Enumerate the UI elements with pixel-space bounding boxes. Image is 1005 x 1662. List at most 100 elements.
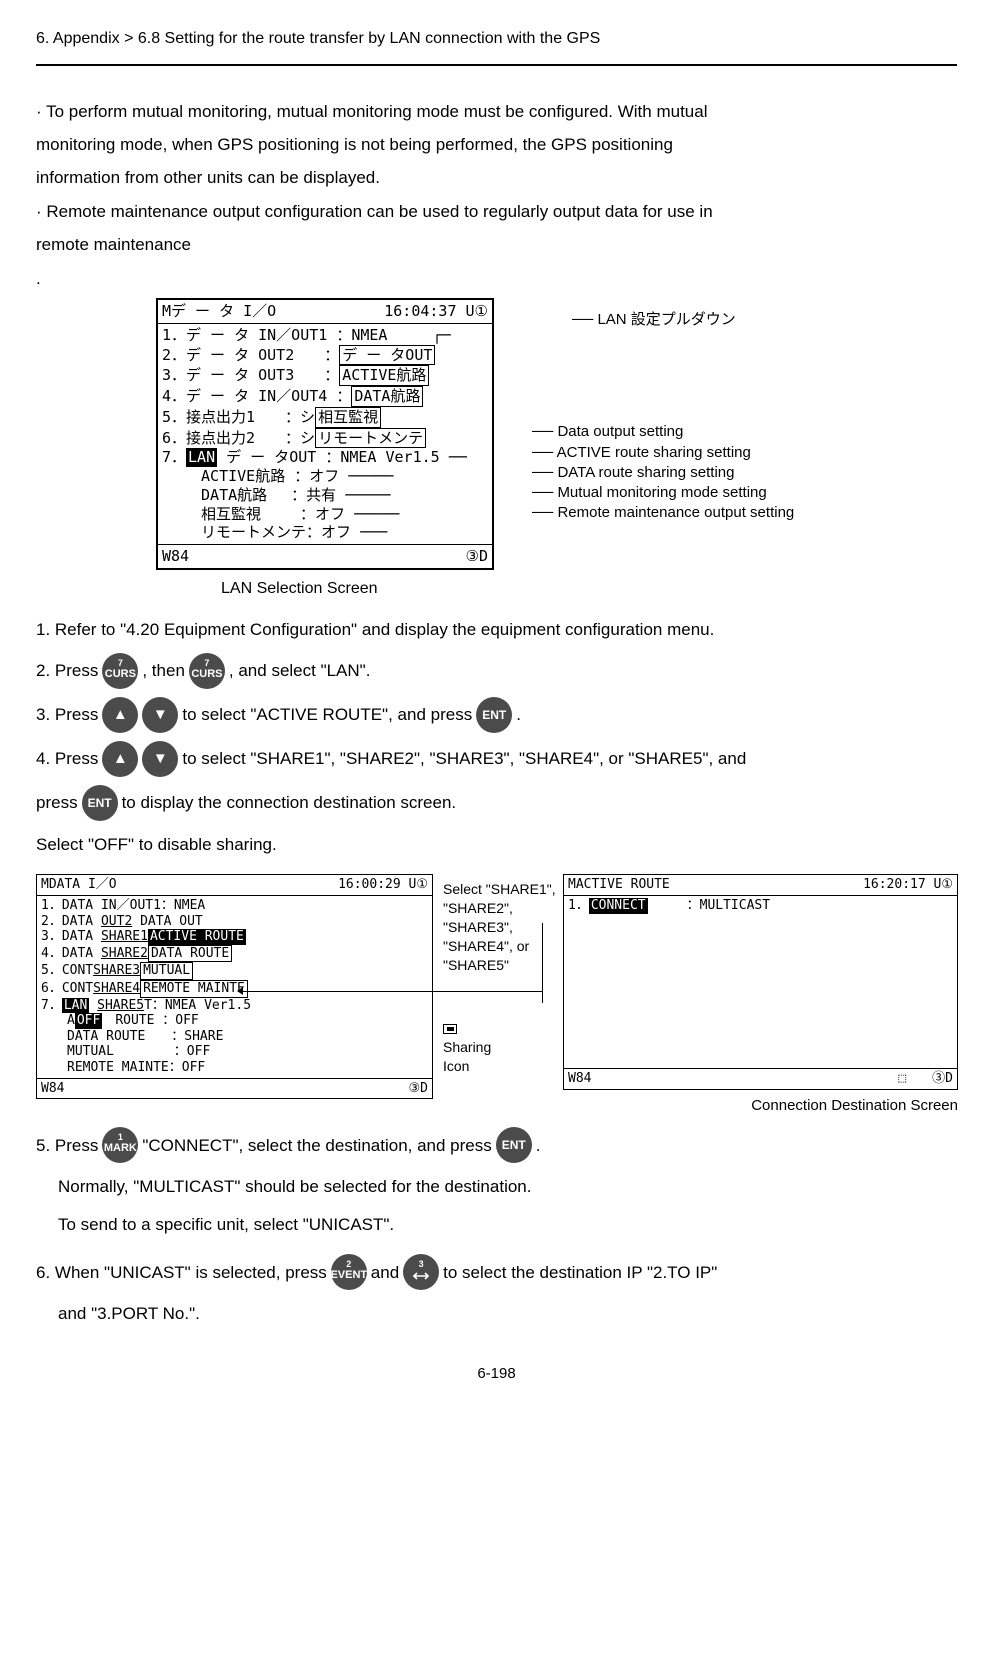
intro-p1a: · To perform mutual monitoring, mutual m…	[36, 96, 957, 127]
s5a: 5. Press	[36, 1130, 98, 1161]
step-2: 2. Press 7CURS , then 7CURS , and select…	[36, 653, 957, 689]
imgb-r1b: CONNECT	[589, 898, 648, 914]
lan-r1: 1．デ ー タ IN／OUT1 ：NMEA	[162, 326, 387, 344]
imga-r9: DATA ROUTE ：SHARE	[41, 1029, 428, 1045]
lan-r5b: 相互監視	[315, 407, 381, 428]
imga-r8a: A	[41, 1013, 75, 1028]
imga-r2a: 2．DATA	[41, 914, 101, 929]
imga-r3b: SHARE1	[101, 929, 148, 944]
s6c: to select the destination IP "2.TO IP"	[443, 1257, 717, 1288]
callout-top: LAN 設定プルダウン	[597, 311, 735, 328]
swap-button-icon: 3	[403, 1254, 439, 1290]
callout-c5: Remote maintenance output setting	[557, 504, 794, 521]
lan-r11: リモートメンテ：オフ	[162, 523, 351, 541]
s5b: "CONNECT", select the destination, and p…	[142, 1130, 491, 1161]
imga-r7c	[89, 998, 97, 1013]
callout-c3: DATA route sharing setting	[557, 464, 734, 481]
side-l7: Icon	[443, 1057, 553, 1076]
event-button-icon: 2EVENT	[331, 1254, 367, 1290]
lan-r4a: 4．デ ー タ IN／OUT4 ：	[162, 387, 351, 405]
lan-r7a: 7．	[162, 448, 186, 466]
imga-foot-left: W84	[41, 1081, 64, 1097]
up-arrow-icon: ▲	[102, 697, 138, 733]
divider	[36, 64, 957, 66]
device-foot-left: W84	[162, 547, 189, 566]
s6a: 6. When "UNICAST" is selected, press	[36, 1257, 327, 1288]
page-number: 6-198	[36, 1360, 957, 1388]
s4c: press	[36, 787, 78, 818]
side-l5: "SHARE5"	[443, 956, 553, 975]
step-3: 3. Press ▲ ▼ to select "ACTIVE ROUTE", a…	[36, 697, 957, 733]
imga-r5b: SHARE3	[93, 963, 140, 978]
imga-r6b: SHARE4	[93, 981, 140, 996]
lan-r7b: LAN	[186, 448, 217, 467]
lan-selection-figure: Mデ ー タ I／O 16:04:37 U① 1．デ ー タ IN／OUT1 ：…	[156, 298, 957, 570]
step-4-line2: press ENT to display the connection dest…	[36, 785, 957, 821]
side-l2: "SHARE2",	[443, 899, 553, 918]
imgb-r1a: 1．	[568, 898, 589, 913]
s2b: , then	[142, 655, 185, 686]
s4a: 4. Press	[36, 743, 98, 774]
ent-button-icon: ENT	[82, 785, 118, 821]
imga-r7d: SHARE5	[97, 998, 144, 1013]
device-foot-right: ③D	[466, 547, 488, 566]
step-1: 1. Refer to "4.20 Equipment Configuratio…	[36, 614, 957, 645]
imga-r1: 1．DATA IN／OUT1：NMEA	[41, 898, 428, 914]
callout-c4: Mutual monitoring mode setting	[557, 484, 766, 501]
intro-p2c: .	[36, 263, 957, 294]
active-route-screen: MACTIVE ROUTE 16:20:17 U① 1．CONNECT ：MUL…	[563, 874, 958, 1089]
s4b: to select "SHARE1", "SHARE2", "SHARE3", …	[182, 743, 746, 774]
imga-r6c: REMOTE MAINTE	[140, 980, 248, 998]
imga-title-left: MDATA I／O	[41, 877, 117, 893]
imga-r6a: 6．CONT	[41, 981, 93, 996]
imgb-foot-right: ⬚ ③D	[898, 1071, 953, 1087]
imga-r5a: 5．CONT	[41, 963, 93, 978]
s6b: and	[371, 1257, 399, 1288]
callout-c2: ACTIVE route sharing setting	[557, 444, 751, 461]
imga-r11: REMOTE MAINTE：OFF	[41, 1060, 428, 1076]
imgb-title-left: MACTIVE ROUTE	[568, 877, 670, 893]
imga-r8b: OFF	[75, 1013, 102, 1029]
curs-button-icon: 7CURS	[102, 653, 138, 689]
step-5-line1: 5. Press 1MARK "CONNECT", select the des…	[36, 1127, 957, 1163]
lan-r6b: リモートメンテ	[315, 428, 426, 449]
s3b: to select "ACTIVE ROUTE", and press	[182, 699, 472, 730]
step-4-line1: 4. Press ▲ ▼ to select "SHARE1", "SHARE2…	[36, 741, 957, 777]
s3a: 3. Press	[36, 699, 98, 730]
imga-r7a: 7．	[41, 998, 62, 1013]
step-6-line1: 6. When "UNICAST" is selected, press 2EV…	[36, 1254, 957, 1290]
side-l3: "SHARE3",	[443, 918, 553, 937]
side-l4: "SHARE4", or	[443, 937, 553, 956]
imga-r7e: T：NMEA Ver1.5	[144, 998, 251, 1013]
s4d: to display the connection destination sc…	[122, 787, 457, 818]
imga-foot-right: ③D	[409, 1081, 428, 1097]
lan-r5a: 5．接点出力1 ：シ	[162, 408, 315, 426]
imga-r2b: OUT2	[101, 914, 132, 929]
s5d: Normally, "MULTICAST" should be selected…	[58, 1171, 957, 1202]
imgb-r1c: ：MULTICAST	[648, 898, 770, 913]
sharing-icon	[443, 1024, 457, 1034]
imga-r8c: ROUTE ：OFF	[102, 1013, 198, 1028]
callouts: ── LAN 設定プルダウン ── Data output setting ──…	[502, 298, 794, 524]
imga-r3a: 3．DATA	[41, 929, 101, 944]
imga-r4b: SHARE2	[101, 946, 148, 961]
down-arrow-icon: ▼	[142, 697, 178, 733]
lan-r2b: デ ー タOUT	[339, 345, 435, 366]
intro-p2b: remote maintenance	[36, 229, 957, 260]
imgb-title-right: 16:20:17 U①	[863, 877, 953, 893]
imga-r5c: MUTUAL	[140, 962, 193, 980]
imga-r4a: 4．DATA	[41, 946, 101, 961]
lan-caption: LAN Selection Screen	[221, 574, 957, 604]
imga-r2c: DATA OUT	[132, 914, 202, 929]
up-arrow-icon: ▲	[102, 741, 138, 777]
s2a: 2. Press	[36, 655, 98, 686]
device-title-right: 16:04:37 U①	[384, 302, 488, 321]
s5c: .	[536, 1130, 541, 1161]
breadcrumb: 6. Appendix > 6.8 Setting for the route …	[36, 24, 957, 54]
imga-r3c: ACTIVE ROUTE	[148, 929, 246, 945]
device-title-left: Mデ ー タ I／O	[162, 302, 276, 321]
lan-r3a: 3．デ ー タ OUT3 ：	[162, 366, 339, 384]
curs-button-icon: 7CURS	[189, 653, 225, 689]
s3c: .	[516, 699, 521, 730]
step-4-line3: Select "OFF" to disable sharing.	[36, 829, 957, 860]
